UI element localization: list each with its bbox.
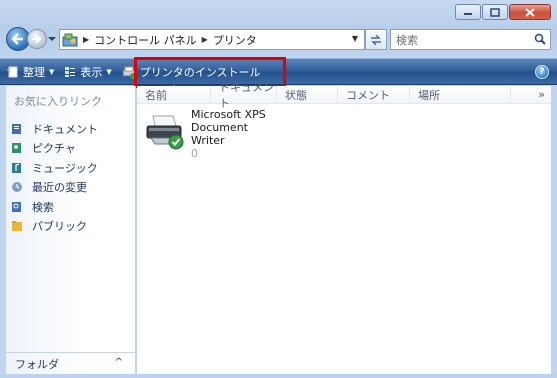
views-icon xyxy=(65,66,76,77)
column-headers: ^ 名前 ドキュメント 状態 コメント 場所 » xyxy=(137,81,551,110)
printer-label: Microsoft XPS Document Writer 0 xyxy=(191,108,311,160)
breadcrumb-control-panel[interactable]: コントロール パネル xyxy=(94,32,197,48)
nav-item-music[interactable]: ミュージック xyxy=(6,158,135,178)
maximize-button[interactable] xyxy=(482,4,508,20)
printer-icon xyxy=(146,115,184,150)
column-documents[interactable]: ドキュメント xyxy=(211,81,277,110)
views-label: 表示 xyxy=(80,65,103,79)
search-input[interactable]: 検索 xyxy=(390,29,551,50)
address-bar[interactable]: ▶ コントロール パネル ▶ プリンタ ▼ xyxy=(59,29,365,50)
folders-label: フォルダ xyxy=(15,357,59,371)
nav-item-public[interactable]: パブリック xyxy=(6,217,135,237)
recent-pages-chevron-icon[interactable] xyxy=(48,35,56,43)
column-location[interactable]: 場所 xyxy=(410,86,511,103)
forward-button[interactable] xyxy=(27,29,47,49)
chevron-down-icon: ▼ xyxy=(49,67,55,76)
chevron-up-icon: ^ xyxy=(114,357,123,368)
favorite-links-header: お気に入りリンク xyxy=(14,95,102,108)
column-label: 名前 xyxy=(145,88,167,102)
breadcrumb-printers[interactable]: プリンタ xyxy=(213,32,257,48)
nav-item-pictures[interactable]: ピクチャ xyxy=(6,139,135,159)
column-label: 状態 xyxy=(285,88,307,102)
arrow-left-icon xyxy=(11,33,23,45)
breadcrumb-separator-icon: ▶ xyxy=(201,35,208,44)
column-label: コメント xyxy=(346,88,390,102)
column-name[interactable]: ^ 名前 xyxy=(137,84,211,103)
nav-item-label: 最近の変更 xyxy=(32,181,87,195)
nav-item-documents[interactable]: ドキュメント xyxy=(6,119,135,139)
control-panel-icon xyxy=(62,33,78,46)
close-icon xyxy=(525,7,535,17)
close-button[interactable] xyxy=(509,4,551,20)
printer-item[interactable]: Microsoft XPS Document Writer 0 xyxy=(143,108,311,160)
window-controls xyxy=(455,4,551,20)
column-label: ドキュメント xyxy=(219,80,274,110)
file-list-pane: ^ 名前 ドキュメント 状態 コメント 場所 » Microsoft XPS D… xyxy=(137,81,551,374)
address-dropdown-icon[interactable]: ▼ xyxy=(352,34,358,43)
navigation-pane: お気に入りリンク ドキュメント ピクチャ ミュージック 最近の変更 検索 パブリ… xyxy=(6,86,136,374)
minimize-button[interactable] xyxy=(455,4,481,20)
search-placeholder: 検索 xyxy=(396,33,418,47)
nav-item-label: ピクチャ xyxy=(32,142,76,156)
refresh-icon xyxy=(371,34,381,45)
sort-ascending-icon: ^ xyxy=(171,84,177,92)
printer-job-count: 0 xyxy=(191,147,198,160)
address-row: ▶ コントロール パネル ▶ プリンタ ▼ 検索 xyxy=(6,26,551,54)
searches-icon xyxy=(12,201,21,212)
nav-item-label: 検索 xyxy=(32,200,54,214)
music-icon xyxy=(12,162,21,173)
favorite-links-list: ドキュメント ピクチャ ミュージック 最近の変更 検索 パブリック xyxy=(6,119,135,236)
more-columns-button[interactable]: » xyxy=(511,86,551,103)
recent-changes-icon xyxy=(12,182,22,193)
folders-toggle[interactable]: フォルダ ^ xyxy=(6,352,135,374)
organize-label: 整理 xyxy=(23,65,45,79)
nav-item-recent-changes[interactable]: 最近の変更 xyxy=(6,178,135,198)
organize-button[interactable]: 整理 ▼ xyxy=(0,59,59,84)
chevron-down-icon: ▼ xyxy=(106,67,112,76)
views-button[interactable]: 表示 ▼ xyxy=(59,59,116,84)
organize-icon xyxy=(7,66,18,77)
printer-name-line2: Writer xyxy=(191,134,225,147)
column-comments[interactable]: コメント xyxy=(338,86,410,103)
column-label: 場所 xyxy=(418,88,440,102)
nav-item-label: パブリック xyxy=(32,220,87,234)
nav-item-label: ミュージック xyxy=(32,161,98,175)
window-bottom-edge xyxy=(0,374,557,378)
nav-item-label: ドキュメント xyxy=(32,122,98,136)
more-columns-icon: » xyxy=(538,88,545,101)
public-folder-icon xyxy=(12,221,22,232)
search-icon[interactable] xyxy=(534,33,546,45)
pictures-icon xyxy=(12,143,21,154)
nav-item-searches[interactable]: 検索 xyxy=(6,197,135,217)
arrow-right-icon xyxy=(32,34,42,44)
maximize-icon xyxy=(490,7,500,17)
breadcrumb-separator-icon: ▶ xyxy=(83,35,90,44)
documents-icon xyxy=(12,123,21,134)
help-icon[interactable]: ? xyxy=(535,65,549,79)
column-status[interactable]: 状態 xyxy=(277,86,338,103)
refresh-button[interactable] xyxy=(365,29,387,50)
printer-name-line1: Microsoft XPS Document xyxy=(191,108,266,134)
minimize-icon xyxy=(464,13,472,15)
